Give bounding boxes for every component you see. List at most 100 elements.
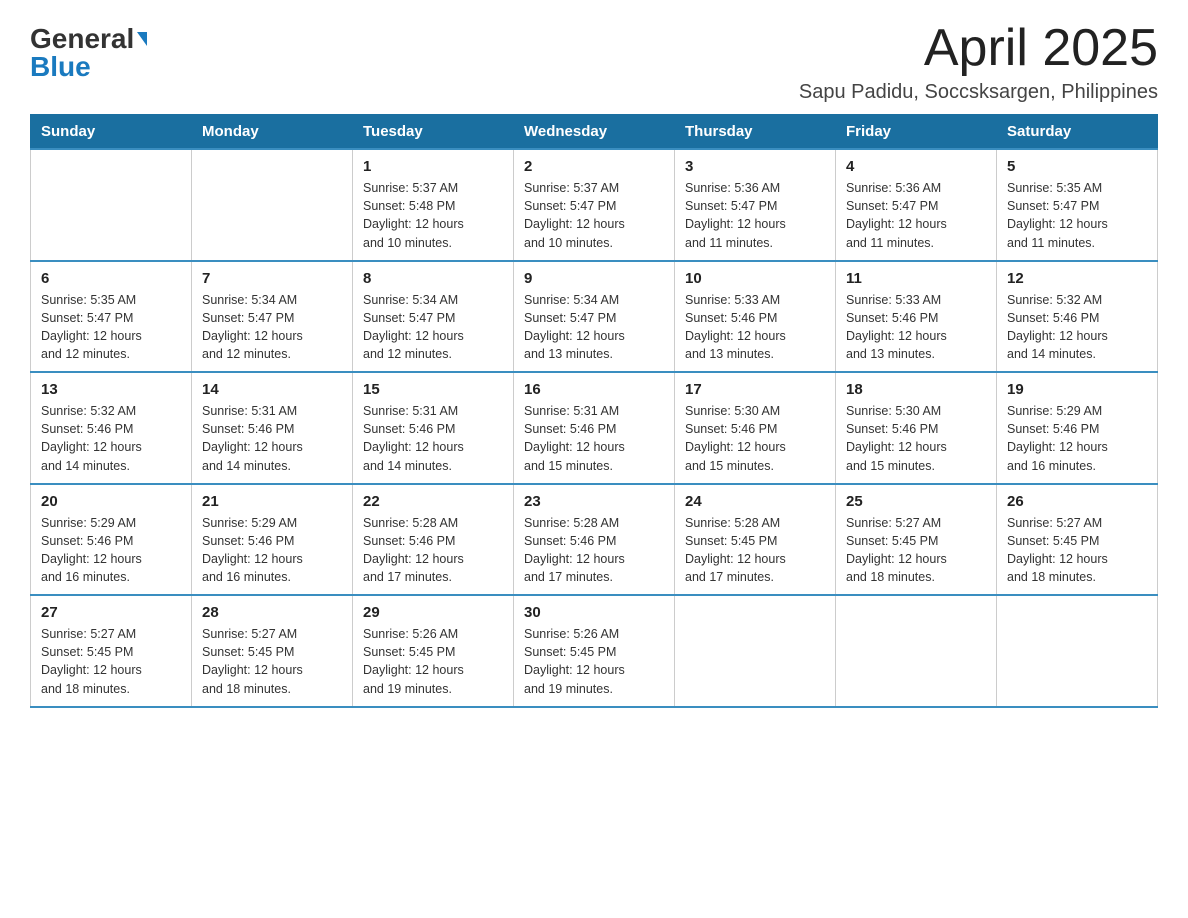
day-info: Sunrise: 5:34 AM Sunset: 5:47 PM Dayligh…	[524, 291, 664, 364]
weekday-header-saturday: Saturday	[997, 115, 1158, 150]
weekday-header-thursday: Thursday	[675, 115, 836, 150]
day-info: Sunrise: 5:37 AM Sunset: 5:47 PM Dayligh…	[524, 179, 664, 252]
calendar-cell: 1 Sunrise: 5:37 AM Sunset: 5:48 PM Daylig…	[353, 149, 514, 261]
day-number: 2	[524, 158, 664, 175]
day-number: 7	[202, 270, 342, 287]
weekday-header-wednesday: Wednesday	[514, 115, 675, 150]
day-number: 18	[846, 381, 986, 398]
calendar-cell: 11Sunrise: 5:33 AM Sunset: 5:46 PM Dayli…	[836, 261, 997, 373]
logo-general-text: General	[30, 25, 134, 53]
calendar-cell: 21 Sunrise: 5:29 AM Sunset: 5:46 PM Dayli…	[192, 484, 353, 596]
day-number: 10	[685, 270, 825, 287]
day-info: Sunrise: 5:30 AM Sunset: 5:46 PM Dayligh…	[685, 402, 825, 475]
calendar-cell: 25 Sunrise: 5:27 AM Sunset: 5:45 PM Dayli…	[836, 484, 997, 596]
calendar-cell: 27Sunrise: 5:27 AM Sunset: 5:45 PM Dayli…	[31, 595, 192, 707]
day-number: 12	[1007, 270, 1147, 287]
day-info: Sunrise: 5:31 AM Sunset: 5:46 PM Dayligh…	[524, 402, 664, 475]
day-number: 13	[41, 381, 181, 398]
day-number: 24	[685, 493, 825, 510]
calendar-cell: 28 Sunrise: 5:27 AM Sunset: 5:45 PM Dayli…	[192, 595, 353, 707]
calendar-cell: 16Sunrise: 5:31 AM Sunset: 5:46 PM Dayli…	[514, 372, 675, 484]
day-info: Sunrise: 5:29 AM Sunset: 5:46 PM Dayligh…	[1007, 402, 1147, 475]
weekday-header-friday: Friday	[836, 115, 997, 150]
day-info: Sunrise: 5:26 AM Sunset: 5:45 PM Dayligh…	[524, 625, 664, 698]
day-info: Sunrise: 5:35 AM Sunset: 5:47 PM Dayligh…	[1007, 179, 1147, 252]
calendar-week-row: 20 Sunrise: 5:29 AM Sunset: 5:46 PM Dayli…	[31, 484, 1158, 596]
calendar-week-row: 13 Sunrise: 5:32 AM Sunset: 5:46 PM Dayli…	[31, 372, 1158, 484]
day-number: 22	[363, 493, 503, 510]
calendar-cell: 4Sunrise: 5:36 AM Sunset: 5:47 PM Daylig…	[836, 149, 997, 261]
day-info: Sunrise: 5:27 AM Sunset: 5:45 PM Dayligh…	[41, 625, 181, 698]
day-info: Sunrise: 5:27 AM Sunset: 5:45 PM Dayligh…	[1007, 514, 1147, 587]
logo: General Blue	[30, 20, 147, 81]
calendar-cell	[997, 595, 1158, 707]
day-info: Sunrise: 5:26 AM Sunset: 5:45 PM Dayligh…	[363, 625, 503, 698]
calendar-cell: 6 Sunrise: 5:35 AM Sunset: 5:47 PM Daylig…	[31, 261, 192, 373]
day-number: 26	[1007, 493, 1147, 510]
calendar-cell: 3Sunrise: 5:36 AM Sunset: 5:47 PM Daylig…	[675, 149, 836, 261]
day-number: 21	[202, 493, 342, 510]
calendar-cell: 5 Sunrise: 5:35 AM Sunset: 5:47 PM Daylig…	[997, 149, 1158, 261]
day-info: Sunrise: 5:30 AM Sunset: 5:46 PM Dayligh…	[846, 402, 986, 475]
day-info: Sunrise: 5:28 AM Sunset: 5:45 PM Dayligh…	[685, 514, 825, 587]
weekday-header-tuesday: Tuesday	[353, 115, 514, 150]
calendar-cell: 9 Sunrise: 5:34 AM Sunset: 5:47 PM Daylig…	[514, 261, 675, 373]
day-number: 19	[1007, 381, 1147, 398]
page-header: General Blue April 2025 Sapu Padidu, Soc…	[30, 20, 1158, 104]
day-number: 17	[685, 381, 825, 398]
calendar-week-row: 27Sunrise: 5:27 AM Sunset: 5:45 PM Dayli…	[31, 595, 1158, 707]
day-number: 23	[524, 493, 664, 510]
day-number: 6	[41, 270, 181, 287]
calendar-cell	[675, 595, 836, 707]
day-number: 1	[363, 158, 503, 175]
day-number: 9	[524, 270, 664, 287]
calendar-cell: 17 Sunrise: 5:30 AM Sunset: 5:46 PM Dayli…	[675, 372, 836, 484]
day-info: Sunrise: 5:32 AM Sunset: 5:46 PM Dayligh…	[1007, 291, 1147, 364]
calendar-cell: 13 Sunrise: 5:32 AM Sunset: 5:46 PM Dayli…	[31, 372, 192, 484]
day-info: Sunrise: 5:27 AM Sunset: 5:45 PM Dayligh…	[202, 625, 342, 698]
day-number: 3	[685, 158, 825, 175]
day-number: 14	[202, 381, 342, 398]
calendar-cell: 2 Sunrise: 5:37 AM Sunset: 5:47 PM Daylig…	[514, 149, 675, 261]
month-title: April 2025	[799, 20, 1158, 77]
calendar-cell	[192, 149, 353, 261]
calendar-cell: 18 Sunrise: 5:30 AM Sunset: 5:46 PM Dayli…	[836, 372, 997, 484]
calendar-cell: 20 Sunrise: 5:29 AM Sunset: 5:46 PM Dayli…	[31, 484, 192, 596]
day-info: Sunrise: 5:35 AM Sunset: 5:47 PM Dayligh…	[41, 291, 181, 364]
calendar-cell: 26 Sunrise: 5:27 AM Sunset: 5:45 PM Dayli…	[997, 484, 1158, 596]
day-info: Sunrise: 5:29 AM Sunset: 5:46 PM Dayligh…	[41, 514, 181, 587]
weekday-header-row: SundayMondayTuesdayWednesdayThursdayFrid…	[31, 115, 1158, 150]
weekday-header-monday: Monday	[192, 115, 353, 150]
logo-triangle-icon	[137, 32, 147, 46]
day-info: Sunrise: 5:33 AM Sunset: 5:46 PM Dayligh…	[846, 291, 986, 364]
calendar-cell: 23 Sunrise: 5:28 AM Sunset: 5:46 PM Dayli…	[514, 484, 675, 596]
day-info: Sunrise: 5:27 AM Sunset: 5:45 PM Dayligh…	[846, 514, 986, 587]
day-info: Sunrise: 5:28 AM Sunset: 5:46 PM Dayligh…	[363, 514, 503, 587]
day-number: 28	[202, 604, 342, 621]
calendar-week-row: 1 Sunrise: 5:37 AM Sunset: 5:48 PM Daylig…	[31, 149, 1158, 261]
logo-blue-text: Blue	[30, 51, 91, 82]
day-number: 29	[363, 604, 503, 621]
day-number: 5	[1007, 158, 1147, 175]
calendar-cell: 30Sunrise: 5:26 AM Sunset: 5:45 PM Dayli…	[514, 595, 675, 707]
calendar-cell	[836, 595, 997, 707]
weekday-header-sunday: Sunday	[31, 115, 192, 150]
calendar-cell: 12 Sunrise: 5:32 AM Sunset: 5:46 PM Dayli…	[997, 261, 1158, 373]
calendar-cell: 10Sunrise: 5:33 AM Sunset: 5:46 PM Dayli…	[675, 261, 836, 373]
calendar-cell: 22 Sunrise: 5:28 AM Sunset: 5:46 PM Dayli…	[353, 484, 514, 596]
calendar-cell: 8Sunrise: 5:34 AM Sunset: 5:47 PM Daylig…	[353, 261, 514, 373]
calendar-cell: 19 Sunrise: 5:29 AM Sunset: 5:46 PM Dayli…	[997, 372, 1158, 484]
day-info: Sunrise: 5:28 AM Sunset: 5:46 PM Dayligh…	[524, 514, 664, 587]
calendar-cell	[31, 149, 192, 261]
day-info: Sunrise: 5:29 AM Sunset: 5:46 PM Dayligh…	[202, 514, 342, 587]
day-info: Sunrise: 5:31 AM Sunset: 5:46 PM Dayligh…	[363, 402, 503, 475]
day-info: Sunrise: 5:37 AM Sunset: 5:48 PM Dayligh…	[363, 179, 503, 252]
calendar-cell: 15Sunrise: 5:31 AM Sunset: 5:46 PM Dayli…	[353, 372, 514, 484]
calendar-cell: 24 Sunrise: 5:28 AM Sunset: 5:45 PM Dayli…	[675, 484, 836, 596]
calendar-cell: 7Sunrise: 5:34 AM Sunset: 5:47 PM Daylig…	[192, 261, 353, 373]
day-number: 25	[846, 493, 986, 510]
calendar-table: SundayMondayTuesdayWednesdayThursdayFrid…	[30, 114, 1158, 708]
day-info: Sunrise: 5:32 AM Sunset: 5:46 PM Dayligh…	[41, 402, 181, 475]
day-info: Sunrise: 5:31 AM Sunset: 5:46 PM Dayligh…	[202, 402, 342, 475]
day-number: 20	[41, 493, 181, 510]
